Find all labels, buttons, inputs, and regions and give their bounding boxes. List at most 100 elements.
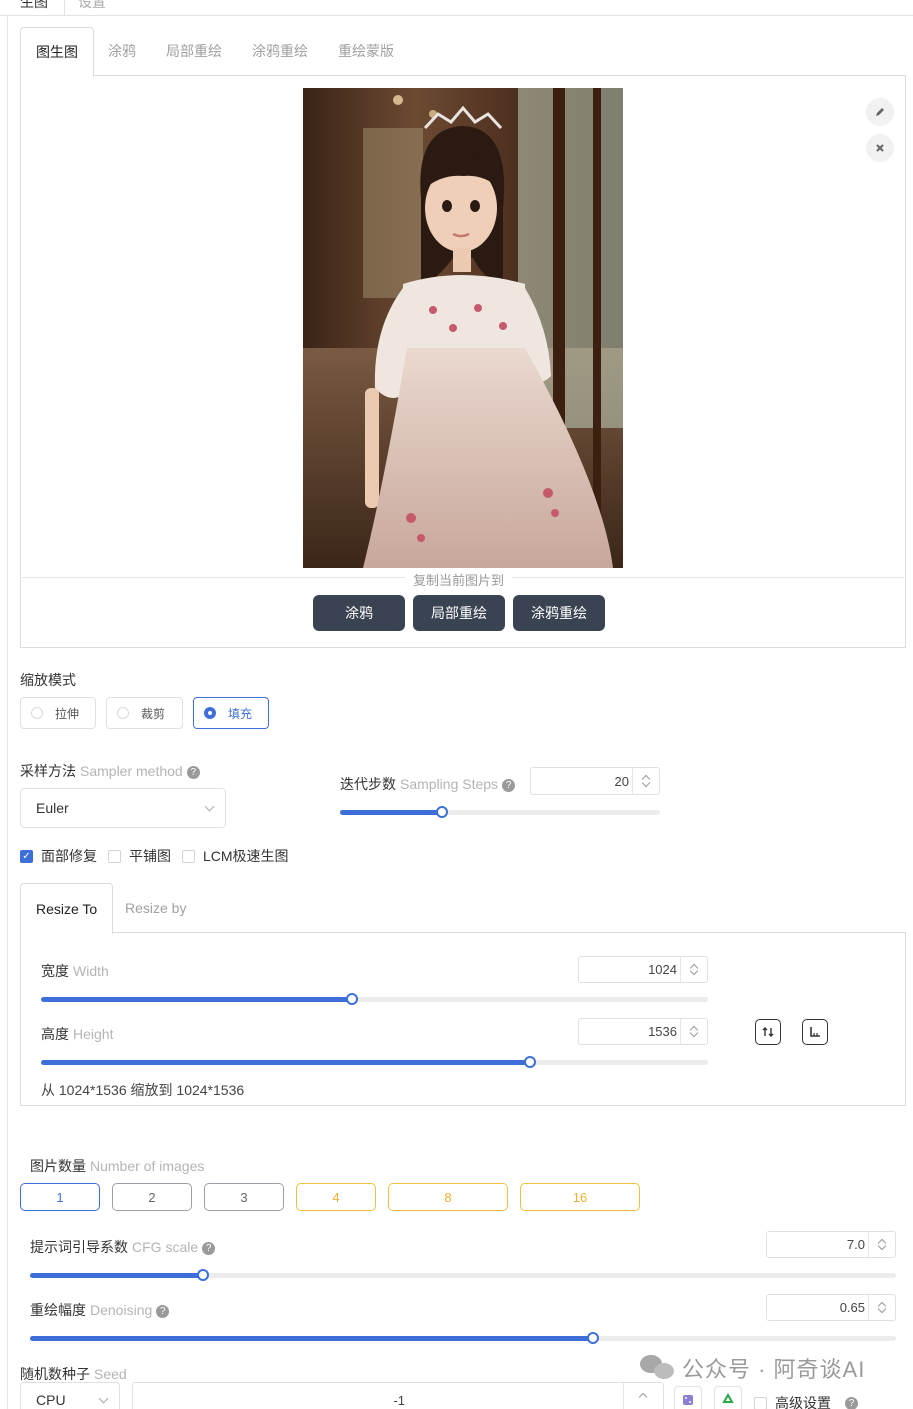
cfg-input[interactable]: 7.0: [766, 1231, 896, 1258]
watermark-text: 公众号 · 阿奇谈AI: [682, 1357, 866, 1382]
tab-inpaint[interactable]: 局部重绘: [166, 27, 222, 76]
tab-resize-by[interactable]: Resize by: [125, 883, 186, 933]
denoise-label-text: 重绘幅度: [30, 1302, 86, 1318]
checkbox-icon: [108, 849, 121, 863]
tab-resize-to[interactable]: Resize To: [20, 883, 114, 934]
checkmark-icon: ✓: [20, 849, 33, 863]
slider-handle[interactable]: [197, 1269, 210, 1281]
width-label-en: Width: [73, 963, 109, 979]
checkbox-label: 高级设置: [775, 1395, 831, 1409]
batch-option-8[interactable]: 8: [388, 1183, 508, 1211]
stepper[interactable]: [632, 768, 659, 794]
watermark: 公众号 · 阿奇谈AI: [640, 1352, 865, 1384]
face-restore-checkbox[interactable]: ✓ 面部修复: [20, 846, 97, 866]
cfg-label-text: 提示词引导系数: [30, 1239, 128, 1255]
steps-slider[interactable]: [340, 806, 660, 818]
stepper[interactable]: [680, 957, 707, 982]
seed-label: 随机数种子 Seed: [20, 1364, 127, 1384]
stepper[interactable]: [623, 1383, 663, 1409]
resize-mode-stretch[interactable]: 拉伸: [20, 697, 96, 729]
uploaded-image[interactable]: [303, 88, 623, 568]
sampler-label: 采样方法 Sampler method?: [20, 761, 200, 781]
resize-summary: 从 1024*1536 缩放到 1024*1536: [41, 1082, 245, 1098]
seed-value: -1: [393, 1392, 405, 1408]
batch-label: 图片数量 Number of images: [30, 1156, 204, 1176]
copy-to-inpaint-button[interactable]: 局部重绘: [413, 595, 505, 631]
height-value: 1536: [648, 1024, 677, 1039]
top-tab-divider: [64, 0, 65, 16]
checkbox-label: 平铺图: [129, 848, 171, 864]
help-icon[interactable]: ?: [845, 1396, 858, 1409]
help-icon[interactable]: ?: [186, 766, 200, 779]
height-label-en: Height: [73, 1026, 114, 1042]
radio-icon: [117, 707, 129, 719]
help-icon[interactable]: ?: [156, 1305, 170, 1318]
help-icon[interactable]: ?: [502, 779, 516, 792]
copy-to-sketch-button[interactable]: 涂鸦: [313, 595, 405, 631]
width-label: 宽度 Width: [41, 961, 109, 981]
seed-input[interactable]: -1: [132, 1382, 664, 1409]
checkbox-icon: [754, 1396, 767, 1409]
steps-input[interactable]: 20: [530, 767, 660, 795]
batch-option-4[interactable]: 4: [296, 1183, 376, 1211]
denoise-label-en: Denoising: [90, 1302, 153, 1318]
top-tab-settings[interactable]: 设置: [78, 0, 106, 12]
cfg-label-en: CFG scale: [132, 1239, 199, 1255]
seed-label-text: 随机数种子: [20, 1366, 90, 1382]
lcm-checkbox[interactable]: LCM极速生图: [182, 846, 289, 866]
stepper[interactable]: [868, 1295, 895, 1320]
stepper[interactable]: [680, 1019, 707, 1044]
steps-label-text: 迭代步数: [340, 776, 396, 792]
left-divider: [7, 16, 8, 1409]
advanced-settings-checkbox[interactable]: 高级设置?: [754, 1393, 858, 1409]
slider-handle[interactable]: [436, 806, 449, 818]
width-value: 1024: [648, 962, 677, 977]
cfg-slider[interactable]: [30, 1269, 896, 1281]
top-tab-generate[interactable]: 生图: [20, 0, 48, 12]
ruler-icon[interactable]: [802, 1019, 828, 1045]
height-input[interactable]: 1536: [578, 1018, 708, 1045]
close-icon[interactable]: [866, 134, 894, 162]
tab-inpaint-upload[interactable]: 重绘蒙版: [338, 27, 394, 76]
cfg-label: 提示词引导系数 CFG scale?: [30, 1237, 216, 1257]
dice-icon[interactable]: [674, 1386, 702, 1409]
recycle-icon[interactable]: [714, 1386, 742, 1409]
batch-option-3[interactable]: 3: [204, 1183, 284, 1211]
width-input[interactable]: 1024: [578, 956, 708, 983]
denoise-input[interactable]: 0.65: [766, 1294, 896, 1321]
checkbox-label: 面部修复: [41, 848, 97, 864]
height-label-text: 高度: [41, 1026, 69, 1042]
slider-handle[interactable]: [586, 1332, 599, 1344]
tab-sketch[interactable]: 涂鸦: [108, 27, 136, 76]
batch-option-16[interactable]: 16: [520, 1183, 640, 1211]
batch-option-2[interactable]: 2: [112, 1183, 192, 1211]
sampler-select[interactable]: Euler: [20, 788, 226, 828]
help-icon[interactable]: ?: [202, 1242, 216, 1255]
batch-option-1[interactable]: 1: [20, 1183, 100, 1211]
checkbox-icon: [182, 849, 195, 863]
batch-label-en: Number of images: [90, 1158, 205, 1174]
denoise-value: 0.65: [839, 1300, 865, 1315]
slider-handle[interactable]: [523, 1056, 536, 1068]
tab-img2img[interactable]: 图生图: [20, 27, 94, 77]
wechat-icon: [640, 1355, 674, 1381]
swap-dimensions-icon[interactable]: [755, 1019, 781, 1045]
seed-device-select[interactable]: CPU: [20, 1382, 120, 1409]
seed-device-value: CPU: [36, 1392, 66, 1408]
sampler-label-text: 采样方法: [20, 763, 76, 779]
tab-inpaint-sketch[interactable]: 涂鸦重绘: [252, 27, 308, 76]
main-tab-bar: 图生图 涂鸦 局部重绘 涂鸦重绘 重绘蒙版: [20, 27, 906, 77]
stepper[interactable]: [868, 1232, 895, 1257]
top-tab-strip: 生图 设置: [0, 0, 913, 16]
width-slider[interactable]: [41, 993, 708, 1005]
batch-label-text: 图片数量: [30, 1158, 86, 1174]
copy-to-inpaint-sketch-button[interactable]: 涂鸦重绘: [513, 595, 605, 631]
steps-label: 迭代步数 Sampling Steps?: [340, 774, 516, 794]
pencil-icon[interactable]: [866, 98, 894, 126]
resize-mode-fill[interactable]: 填充: [193, 697, 269, 729]
height-slider[interactable]: [41, 1056, 708, 1068]
denoise-slider[interactable]: [30, 1332, 896, 1344]
tiling-checkbox[interactable]: 平铺图: [108, 846, 171, 866]
resize-mode-crop[interactable]: 裁剪: [106, 697, 183, 729]
chevron-down-icon: [204, 801, 215, 812]
